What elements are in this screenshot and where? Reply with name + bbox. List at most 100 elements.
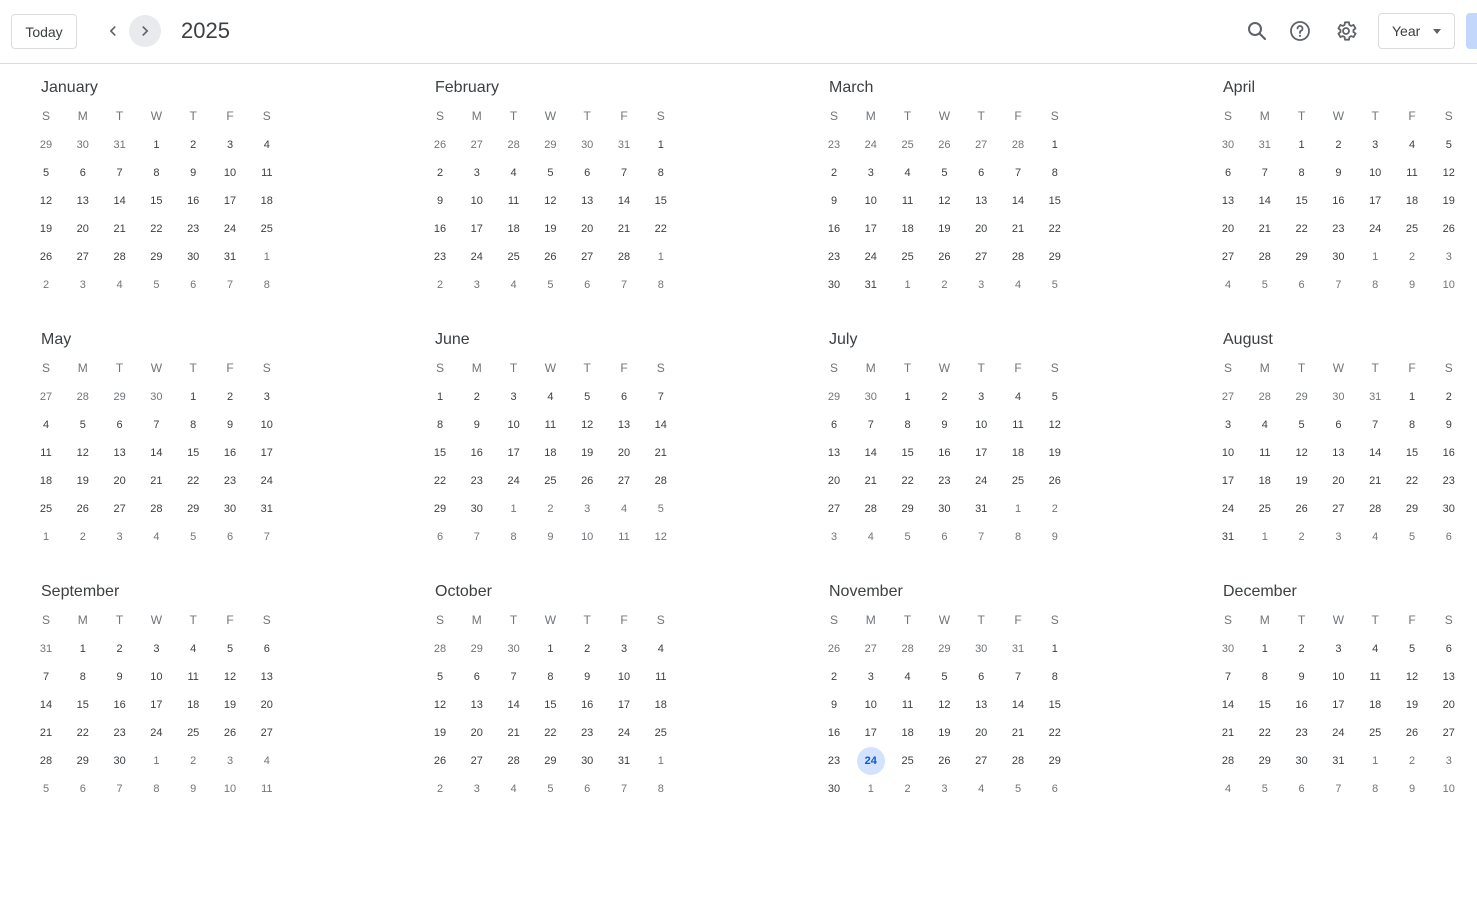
date-cell[interactable]: 1 (142, 131, 170, 159)
date-cell[interactable]: 6 (1288, 271, 1316, 299)
date-cell[interactable]: 27 (820, 495, 848, 523)
date-cell[interactable]: 18 (1004, 439, 1032, 467)
date-cell[interactable]: 10 (610, 663, 638, 691)
date-cell[interactable]: 26 (69, 495, 97, 523)
date-cell[interactable]: 1 (1004, 495, 1032, 523)
date-cell[interactable]: 3 (573, 495, 601, 523)
date-cell[interactable]: 27 (967, 131, 995, 159)
date-cell[interactable]: 29 (820, 383, 848, 411)
date-cell[interactable]: 17 (967, 439, 995, 467)
date-cell[interactable]: 1 (1251, 635, 1279, 663)
date-cell[interactable]: 18 (1361, 691, 1389, 719)
date-cell[interactable]: 3 (106, 523, 134, 551)
date-cell[interactable]: 29 (894, 495, 922, 523)
date-cell[interactable]: 10 (1214, 439, 1242, 467)
date-cell[interactable]: 2 (1041, 495, 1069, 523)
date-cell[interactable]: 14 (106, 187, 134, 215)
date-cell[interactable]: 2 (573, 635, 601, 663)
date-cell[interactable]: 5 (1398, 523, 1426, 551)
date-cell[interactable]: 4 (894, 159, 922, 187)
date-cell[interactable]: 6 (820, 411, 848, 439)
date-cell[interactable]: 23 (820, 243, 848, 271)
date-cell[interactable]: 17 (1361, 187, 1389, 215)
date-cell[interactable]: 30 (106, 747, 134, 775)
date-cell[interactable]: 10 (1361, 159, 1389, 187)
date-cell[interactable]: 16 (216, 439, 244, 467)
date-cell[interactable]: 8 (426, 411, 454, 439)
date-cell[interactable]: 4 (106, 271, 134, 299)
date-cell[interactable]: 9 (216, 411, 244, 439)
date-cell[interactable]: 18 (536, 439, 564, 467)
date-cell[interactable]: 5 (930, 663, 958, 691)
date-cell[interactable]: 4 (253, 747, 281, 775)
date-cell[interactable]: 4 (1214, 775, 1242, 803)
date-cell[interactable]: 3 (463, 159, 491, 187)
month-name[interactable]: November (829, 582, 903, 602)
date-cell[interactable]: 12 (426, 691, 454, 719)
date-cell[interactable]: 24 (253, 467, 281, 495)
date-cell[interactable]: 13 (1214, 187, 1242, 215)
date-cell[interactable]: 30 (573, 131, 601, 159)
date-cell[interactable]: 1 (857, 775, 885, 803)
date-cell[interactable]: 14 (647, 411, 675, 439)
date-cell[interactable]: 23 (820, 131, 848, 159)
date-cell[interactable]: 30 (1288, 747, 1316, 775)
date-cell[interactable]: 12 (647, 523, 675, 551)
date-cell[interactable]: 30 (820, 775, 848, 803)
date-cell[interactable]: 5 (426, 663, 454, 691)
date-cell[interactable]: 30 (1214, 131, 1242, 159)
date-cell[interactable]: 1 (894, 383, 922, 411)
date-cell[interactable]: 21 (142, 467, 170, 495)
settings-button[interactable] (1329, 14, 1363, 48)
date-cell[interactable]: 27 (573, 243, 601, 271)
date-cell[interactable]: 19 (1041, 439, 1069, 467)
date-cell[interactable]: 31 (216, 243, 244, 271)
date-cell[interactable]: 21 (500, 719, 528, 747)
date-cell[interactable]: 15 (1251, 691, 1279, 719)
date-cell[interactable]: 16 (1288, 691, 1316, 719)
date-cell[interactable]: 1 (426, 383, 454, 411)
date-cell[interactable]: 2 (930, 271, 958, 299)
date-cell[interactable]: 16 (106, 691, 134, 719)
date-cell[interactable]: 21 (647, 439, 675, 467)
date-cell[interactable]: 11 (1004, 411, 1032, 439)
date-cell[interactable]: 26 (930, 131, 958, 159)
date-cell[interactable]: 21 (857, 467, 885, 495)
date-cell[interactable]: 5 (536, 775, 564, 803)
date-cell[interactable]: 11 (647, 663, 675, 691)
date-cell[interactable]: 4 (1004, 383, 1032, 411)
date-cell[interactable]: 1 (142, 747, 170, 775)
date-cell[interactable]: 23 (930, 467, 958, 495)
date-cell[interactable]: 1 (1288, 131, 1316, 159)
date-cell[interactable]: 5 (1251, 271, 1279, 299)
date-cell[interactable]: 19 (573, 439, 601, 467)
date-cell[interactable]: 3 (69, 271, 97, 299)
date-cell[interactable]: 2 (216, 383, 244, 411)
date-cell[interactable]: 25 (647, 719, 675, 747)
date-cell[interactable]: 24 (610, 719, 638, 747)
date-cell[interactable]: 2 (930, 383, 958, 411)
month-name[interactable]: August (1223, 330, 1273, 350)
date-cell[interactable]: 12 (1435, 159, 1463, 187)
date-cell[interactable]: 5 (32, 775, 60, 803)
date-cell[interactable]: 1 (647, 131, 675, 159)
date-cell[interactable]: 10 (253, 411, 281, 439)
date-cell[interactable]: 22 (142, 215, 170, 243)
date-cell[interactable]: 27 (463, 131, 491, 159)
date-cell[interactable]: 12 (536, 187, 564, 215)
date-cell[interactable]: 19 (216, 691, 244, 719)
date-cell[interactable]: 28 (426, 635, 454, 663)
date-cell[interactable]: 2 (426, 159, 454, 187)
date-cell[interactable]: 23 (179, 215, 207, 243)
date-cell[interactable]: 28 (1251, 383, 1279, 411)
date-cell[interactable]: 4 (1251, 411, 1279, 439)
date-cell[interactable]: 15 (1041, 691, 1069, 719)
date-cell[interactable]: 3 (1214, 411, 1242, 439)
date-cell[interactable]: 14 (1251, 187, 1279, 215)
date-cell[interactable]: 9 (179, 159, 207, 187)
date-cell[interactable]: 8 (1288, 159, 1316, 187)
date-cell[interactable]: 29 (69, 747, 97, 775)
date-cell[interactable]: 4 (610, 495, 638, 523)
month-name[interactable]: July (829, 330, 857, 350)
date-cell[interactable]: 12 (930, 187, 958, 215)
